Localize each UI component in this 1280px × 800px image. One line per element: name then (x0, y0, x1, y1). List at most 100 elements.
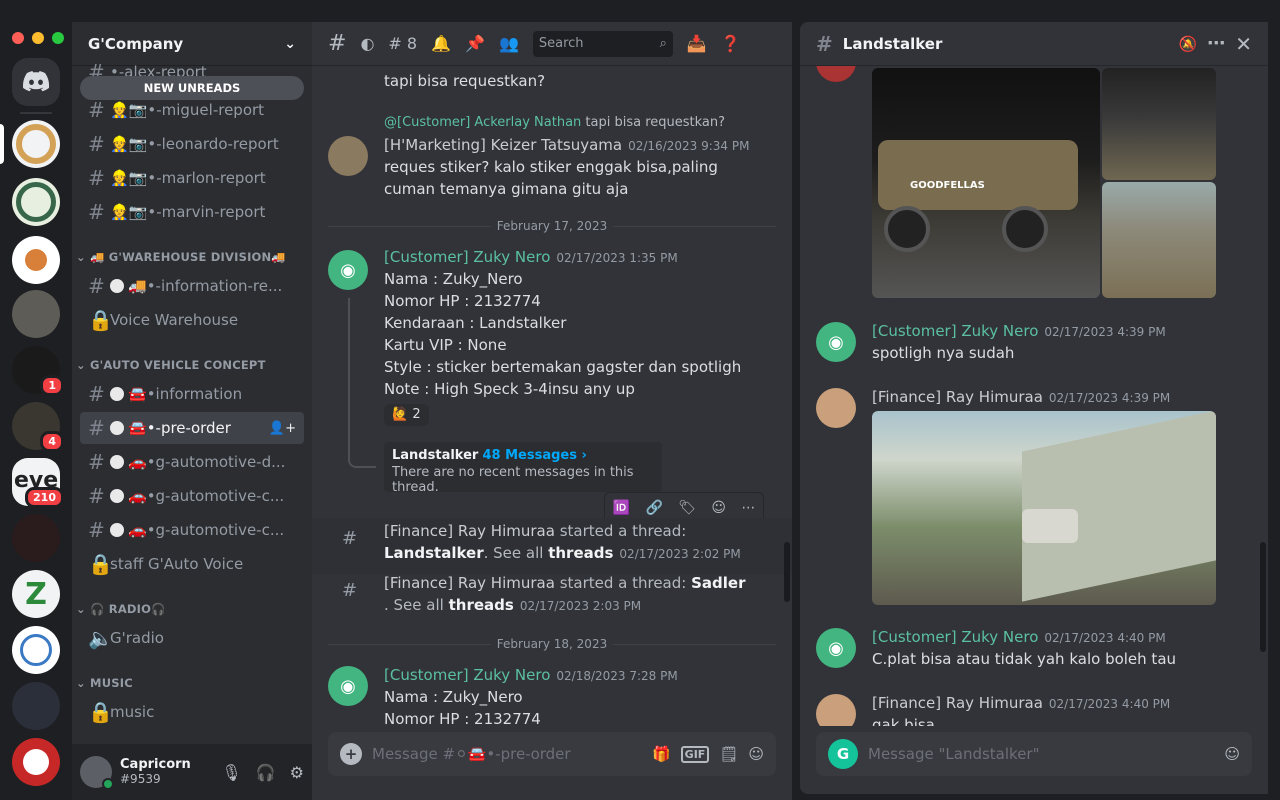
reaction[interactable]: 🙋 2 (384, 404, 429, 426)
avatar[interactable]: ◉ (816, 322, 856, 362)
pin-icon[interactable]: 📌 (465, 34, 485, 53)
search-input[interactable]: Search ⌕ (532, 30, 673, 57)
voice-channel-item[interactable]: 🔒 staff G'Auto Voice (80, 548, 304, 580)
thread-message-input[interactable]: G Message "Landstalker" ☺ (816, 732, 1252, 776)
microphone-icon[interactable]: 🎙 (221, 763, 241, 782)
avatar[interactable] (328, 136, 368, 176)
channel-item[interactable]: # 👷📷 •‑leonardo‑report (80, 128, 304, 160)
emoji-icon[interactable]: ☺ (1224, 745, 1240, 763)
author-name[interactable]: [Customer] Zuky Nero (384, 666, 550, 684)
more-icon[interactable]: ⋯ (741, 500, 755, 516)
add-member-icon[interactable]: 👤+ (269, 421, 296, 436)
avatar[interactable] (80, 756, 114, 790)
message-text: spotligh nya sudah (872, 344, 1015, 362)
author-name[interactable]: [Customer] Zuky Nero (384, 248, 550, 266)
hashtag-icon: # (88, 518, 105, 542)
tag-icon[interactable]: 🏷 (678, 500, 696, 516)
link-icon[interactable]: 🔗 (645, 500, 662, 516)
avatar[interactable]: ◉ (328, 250, 368, 290)
message-list: tapi bisa requestkan? @[Customer] Ackerl… (312, 66, 792, 726)
channel-item[interactable]: # 👷📷 •‑miguel‑report (80, 94, 304, 126)
message-input[interactable]: + Message #⚪🚘•‑pre‑order 🎁 GIF 🗒 ☺ (328, 732, 776, 776)
thread-preview[interactable]: Landstalker 48 Messages › There are no r… (384, 442, 662, 495)
image-attachment[interactable] (872, 411, 1216, 605)
server-gcompany[interactable] (12, 120, 60, 168)
server-orange-icon[interactable] (12, 236, 60, 284)
avatar[interactable] (816, 388, 856, 428)
channel-item[interactable]: # 👷📷 •‑marvin‑report (80, 196, 304, 228)
close-window-button[interactable] (12, 32, 24, 44)
category-auto[interactable]: ⌄ G'AUTO VEHICLE CONCEPT (76, 358, 266, 372)
reply-reference[interactable]: @[Customer] Ackerlay Nathan tapi bisa re… (384, 112, 725, 134)
add-reaction-icon[interactable]: ☺ (711, 500, 726, 516)
channel-sidebar: G'Company ⌄ # •‑alex‑report NEW UNREADS #… (72, 22, 312, 800)
channel-item[interactable]: # 🚗 •g‑automotive‑c... (80, 514, 304, 546)
image-attachment[interactable]: GOODFELLAS (872, 68, 1100, 298)
more-icon[interactable]: ⋯ (1207, 33, 1225, 54)
channel-label: G'radio (110, 629, 164, 647)
discord-home-button[interactable] (12, 58, 60, 106)
channel-item[interactable]: # 🚗 •g‑automotive‑c... (80, 480, 304, 512)
category-warehouse[interactable]: ⌄ 🚚 G'WAREHOUSE DIVISION🚚 (76, 250, 286, 264)
author-name[interactable]: [Finance] Ray Himuraa (872, 694, 1043, 712)
gif-icon[interactable]: GIF (680, 745, 710, 763)
voice-channel-item[interactable]: 🔒 music (80, 696, 304, 728)
category-music[interactable]: ⌄ MUSIC (76, 676, 133, 690)
server-y-icon[interactable] (12, 178, 60, 226)
category-radio[interactable]: ⌄ 🎧 RADIO🎧 (76, 602, 166, 616)
channel-label: •‑marvin‑report (147, 203, 266, 221)
gift-icon[interactable]: 🎁 (652, 745, 671, 763)
server-header[interactable]: G'Company ⌄ (72, 22, 312, 66)
channel-item[interactable]: # 🚚 •‑information‑re... (80, 270, 304, 302)
avatar[interactable]: ◉ (328, 666, 368, 706)
close-icon[interactable]: ✕ (1235, 32, 1252, 56)
author-name[interactable]: [Finance] Ray Himuraa (872, 388, 1043, 406)
id-icon[interactable]: 🆔 (613, 500, 630, 516)
headphones-icon[interactable]: 🎧 (256, 763, 276, 782)
channel-label: Voice Warehouse (110, 311, 239, 329)
channel-item[interactable]: # 🚗 •g‑automotive‑d... (80, 446, 304, 478)
server-black-icon[interactable]: 1 (12, 346, 64, 396)
server-poster-icon[interactable] (12, 682, 60, 730)
author-name[interactable]: [Customer] Zuky Nero (872, 322, 1038, 340)
gear-icon[interactable]: ⚙ (290, 763, 304, 782)
mute-bell-icon[interactable]: 🔕 (1179, 35, 1198, 53)
server-eagle-icon[interactable] (12, 514, 60, 562)
hashtag-icon: # (328, 31, 347, 56)
avatar[interactable]: ◉ (816, 628, 856, 668)
channel-item[interactable]: # 👷📷 •‑marlon‑report (80, 162, 304, 194)
bell-icon[interactable]: 🔔 (431, 34, 451, 53)
avatar[interactable] (816, 66, 856, 82)
channel-item[interactable]: # 🚘 •information (80, 378, 304, 410)
grammarly-icon[interactable]: G (828, 739, 858, 769)
message-text: cuman temanya gimana gitu aja (384, 180, 629, 198)
inbox-icon[interactable]: 📥 (687, 34, 707, 53)
server-white-coin-icon[interactable]: 4 (12, 402, 64, 452)
server-eve-icon[interactable]: eve 210 (12, 458, 64, 508)
server-red-icon[interactable] (12, 738, 60, 786)
author-name[interactable]: [H'Marketing] Keizer Tatsuyama (384, 136, 622, 154)
zoom-window-button[interactable] (52, 32, 64, 44)
message-header: [Customer] Zuky Nero 02/18/2023 7:28 PM (384, 664, 678, 687)
theme-moon-icon[interactable]: ◐ (360, 34, 374, 53)
scrollbar[interactable] (784, 542, 790, 602)
image-attachment[interactable] (1102, 68, 1216, 180)
scrollbar[interactable] (1260, 542, 1266, 652)
threads-icon[interactable]: # 8 (388, 34, 417, 53)
server-emblem-icon[interactable] (12, 626, 60, 674)
server-dark-icon[interactable] (12, 290, 60, 338)
chat-header: # ◐ # 8 🔔 📌 👥 Search ⌕ 📥 ❓ (312, 22, 792, 66)
members-icon[interactable]: 👥 (499, 34, 519, 53)
minimize-window-button[interactable] (32, 32, 44, 44)
author-name[interactable]: [Customer] Zuky Nero (872, 628, 1038, 646)
server-z-icon[interactable]: Z (12, 570, 60, 618)
add-attachment-icon[interactable]: + (340, 743, 362, 765)
sticker-icon[interactable]: 🗒 (719, 745, 738, 763)
voice-channel-item[interactable]: 🔈 G'radio (80, 622, 304, 654)
avatar[interactable] (816, 694, 856, 726)
channel-item-selected[interactable]: # 🚘 •‑pre‑order 👤+ (80, 412, 304, 444)
help-icon[interactable]: ❓ (721, 34, 741, 53)
emoji-icon[interactable]: ☺ (748, 745, 764, 763)
voice-channel-item[interactable]: 🔒 Voice Warehouse (80, 304, 304, 336)
image-attachment[interactable] (1102, 182, 1216, 298)
